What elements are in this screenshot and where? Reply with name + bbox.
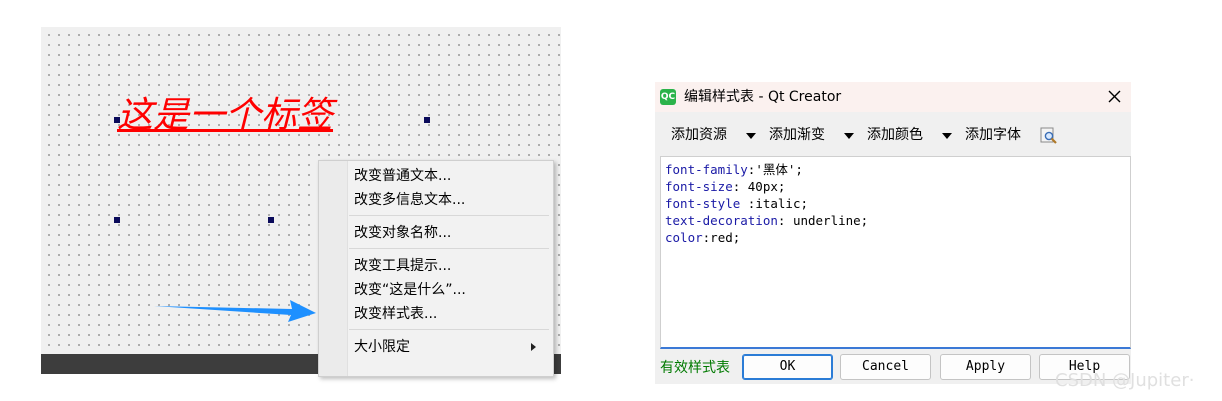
add-resource-dropdown-icon[interactable] xyxy=(746,133,756,139)
find-font-icon[interactable] xyxy=(1040,127,1058,145)
selection-handle[interactable] xyxy=(114,217,120,223)
valid-stylesheet-status: 有效样式表 xyxy=(660,360,730,376)
context-menu: 改变普通文本... 改变多信息文本... 改变对象名称... 改变工具提示...… xyxy=(318,160,554,377)
apply-button[interactable]: Apply xyxy=(940,354,1031,380)
menu-item-change-stylesheet[interactable]: 改变样式表... xyxy=(354,303,544,325)
dialog-title: 编辑样式表 - Qt Creator xyxy=(684,89,842,105)
menu-item-size-constraints[interactable]: 大小限定 xyxy=(354,336,544,358)
dialog-titlebar[interactable]: QC 编辑样式表 - Qt Creator xyxy=(655,82,1131,112)
code-line: color:red; xyxy=(665,230,741,245)
edit-stylesheet-dialog: QC 编辑样式表 - Qt Creator 添加资源 添加渐变 添加颜色 添加字… xyxy=(655,82,1131,384)
menu-separator xyxy=(349,248,549,249)
ok-button[interactable]: OK xyxy=(742,354,833,380)
code-line: font-size: 40px; xyxy=(665,179,786,194)
cancel-button[interactable]: Cancel xyxy=(840,354,931,380)
add-color-dropdown-icon[interactable] xyxy=(942,133,952,139)
add-gradient-button[interactable]: 添加渐变 xyxy=(769,126,825,144)
add-color-button[interactable]: 添加颜色 xyxy=(867,126,923,144)
menu-item-change-tooltip[interactable]: 改变工具提示... xyxy=(354,255,544,277)
add-resource-button[interactable]: 添加资源 xyxy=(671,126,727,144)
menu-item-change-plain-text[interactable]: 改变普通文本... xyxy=(354,165,544,187)
menu-item-change-object-name[interactable]: 改变对象名称... xyxy=(354,222,544,244)
submenu-arrow-icon xyxy=(531,343,536,351)
code-line: font-style :italic; xyxy=(665,196,808,211)
menu-item-change-whats-this[interactable]: 改变“这是什么”... xyxy=(354,279,544,301)
close-icon[interactable] xyxy=(1103,86,1127,108)
menu-separator xyxy=(349,329,549,330)
menu-item-change-rich-text[interactable]: 改变多信息文本... xyxy=(354,189,544,211)
csdn-watermark: CSDN @Jupiter· xyxy=(1055,370,1195,391)
stylesheet-editor[interactable]: font-family:'黑体'; font-size: 40px; font-… xyxy=(660,156,1131,349)
add-gradient-dropdown-icon[interactable] xyxy=(844,133,854,139)
context-menu-gutter xyxy=(319,161,348,376)
code-line: text-decoration: underline; xyxy=(665,213,869,228)
code-line: font-family:'黑体'; xyxy=(665,162,803,177)
selection-handle[interactable] xyxy=(268,217,274,223)
add-font-button[interactable]: 添加字体 xyxy=(965,126,1021,144)
menu-separator xyxy=(349,215,549,216)
stylesheet-toolbar: 添加资源 添加渐变 添加颜色 添加字体 xyxy=(655,112,1131,156)
selection-handle[interactable] xyxy=(424,117,430,123)
qt-creator-app-icon: QC xyxy=(660,89,676,105)
selection-handle[interactable] xyxy=(114,117,120,123)
menu-item-size-constraints-label: 大小限定 xyxy=(354,339,410,355)
qlabel-widget[interactable]: 这是一个标签 xyxy=(117,95,333,136)
annotation-arrow-icon xyxy=(154,300,316,322)
